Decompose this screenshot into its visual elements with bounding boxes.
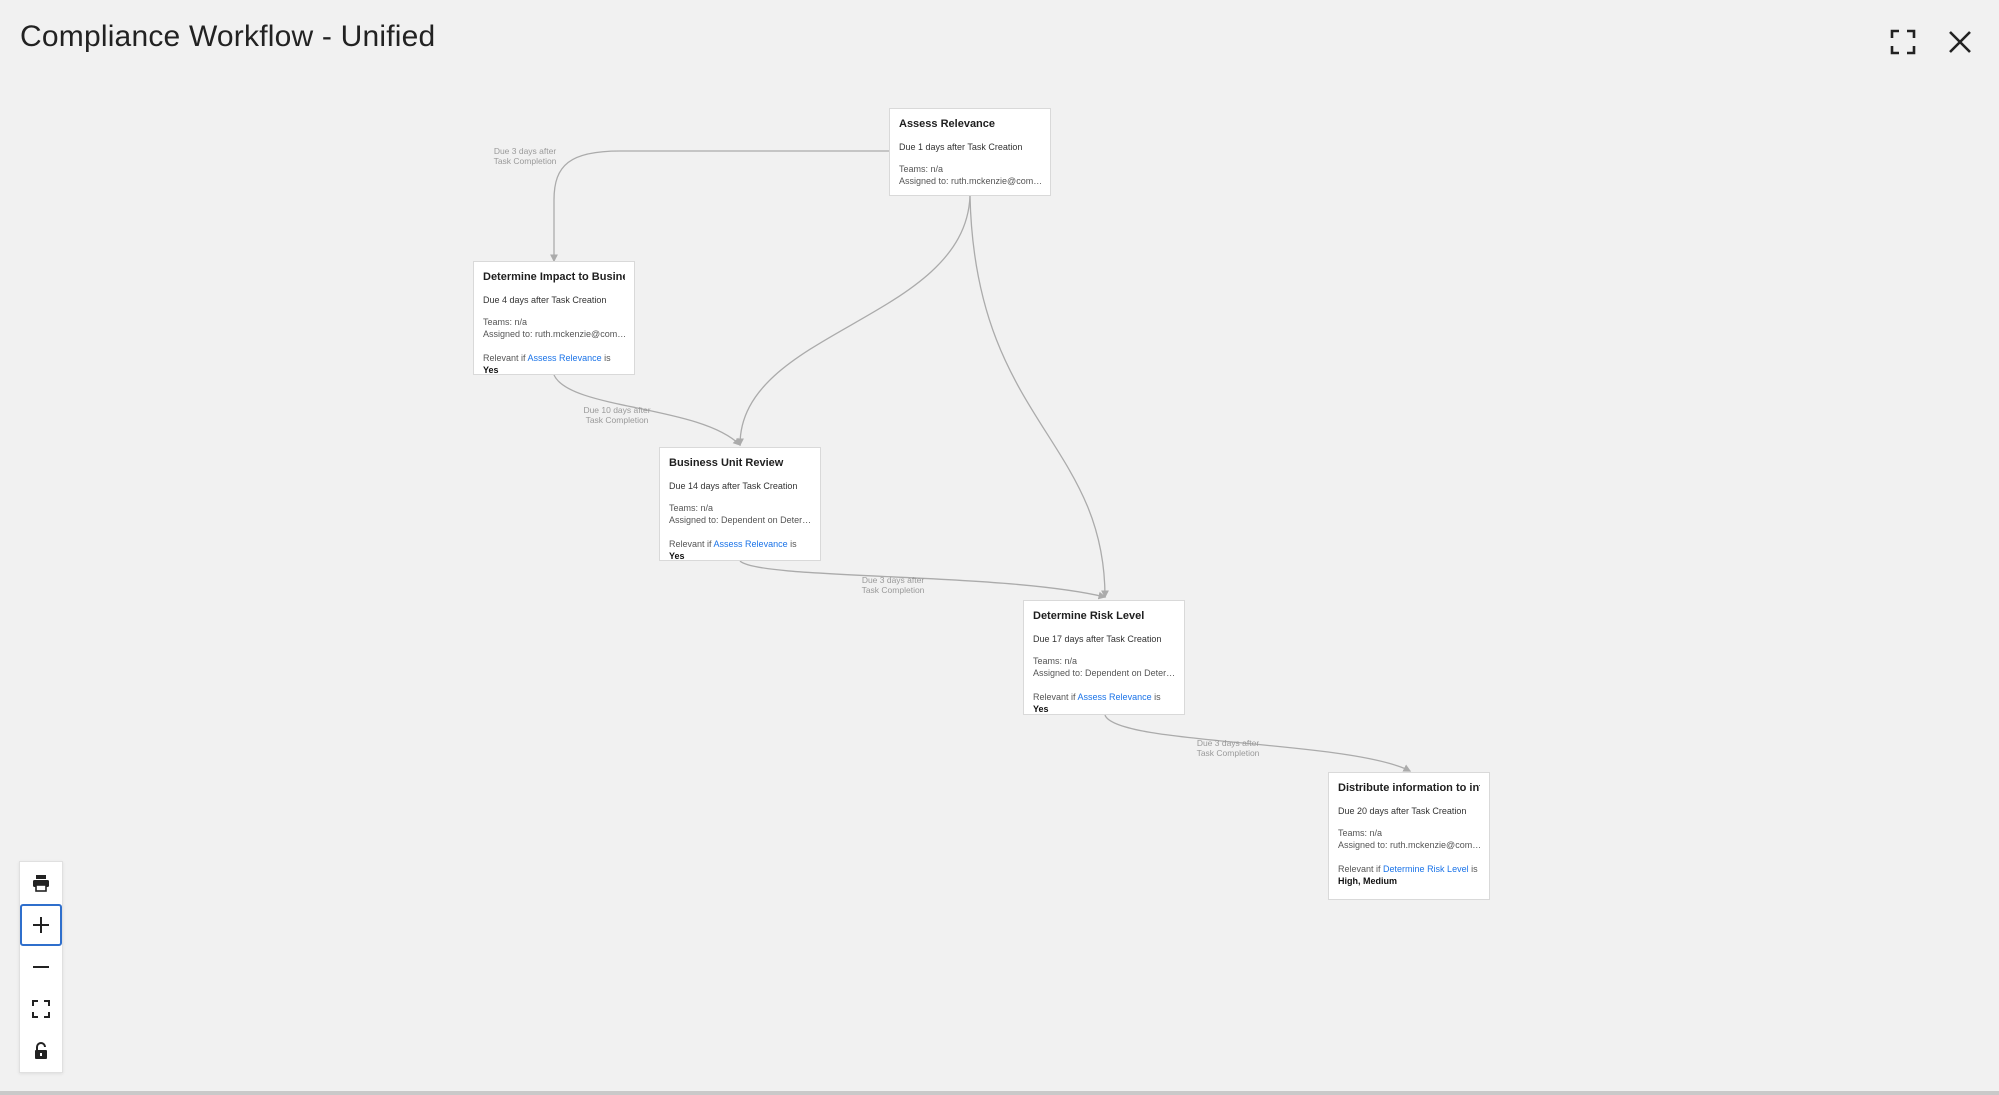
node-title: Determine Impact to Busine…: [483, 271, 625, 283]
node-title: Determine Risk Level: [1033, 610, 1145, 622]
edge-label: Due 3 days after Task Completion: [493, 146, 557, 166]
relevance-link[interactable]: Determine Risk Level: [1383, 864, 1469, 874]
unlock-icon: [35, 1042, 47, 1059]
bottom-divider: [0, 1091, 1999, 1095]
plus-icon: [33, 917, 49, 933]
relevance-link[interactable]: Assess Relevance: [714, 539, 788, 549]
relevance-link[interactable]: Assess Relevance: [528, 353, 602, 363]
node-relevance: Relevant if Determine Risk Level is High…: [1338, 864, 1478, 886]
node-due: Due 17 days after Task Creation: [1033, 634, 1162, 644]
node-assigned: Assigned to: ruth.mckenzie@com…: [899, 176, 1041, 186]
node-due: Due 4 days after Task Creation: [483, 295, 607, 305]
node-relevance: Relevant if Assess Relevance is Yes: [483, 353, 611, 375]
zoom-toolbar: [19, 861, 63, 1073]
node-relevance: Relevant if Assess Relevance is Yes: [1033, 692, 1161, 714]
node-assigned: Assigned to: Dependent on Deter…: [1033, 668, 1175, 678]
node-assigned: Assigned to: ruth.mckenzie@com…: [483, 329, 625, 339]
workflow-node-determine-risk-level[interactable]: Determine Risk Level Due 17 days after T…: [1023, 600, 1185, 715]
edge-label: Due 10 days after Task Completion: [583, 405, 651, 425]
workflow-node-assess-relevance[interactable]: Assess Relevance Due 1 days after Task C…: [889, 108, 1051, 196]
workflow-node-business-unit-review[interactable]: Business Unit Review Due 14 days after T…: [659, 447, 821, 561]
node-due: Due 14 days after Task Creation: [669, 481, 798, 491]
node-teams: Teams: n/a: [1338, 828, 1383, 838]
print-icon: [33, 875, 49, 892]
node-assigned: Assigned to: Dependent on Deter…: [669, 515, 811, 525]
node-relevance: Relevant if Assess Relevance is Yes: [669, 539, 797, 561]
edge-label: Due 3 days after Task Completion: [1196, 738, 1260, 758]
edge-assess-to-risk: [969, 195, 1109, 599]
zoom-out-button[interactable]: [20, 946, 62, 988]
node-title: Distribute information to int…: [1338, 782, 1480, 794]
print-button[interactable]: [20, 862, 62, 904]
node-due: Due 20 days after Task Creation: [1338, 806, 1467, 816]
edge-assess-to-impact: [550, 150, 889, 263]
node-teams: Teams: n/a: [899, 164, 944, 174]
lock-button[interactable]: [20, 1030, 62, 1072]
fit-to-screen-button[interactable]: [20, 988, 62, 1030]
workflow-node-determine-impact[interactable]: Determine Impact to Busine… Due 4 days a…: [473, 261, 635, 375]
node-teams: Teams: n/a: [669, 503, 714, 513]
zoom-in-button[interactable]: [20, 904, 62, 946]
minus-icon: [33, 966, 49, 968]
node-title: Business Unit Review: [669, 457, 784, 469]
edge-label: Due 3 days after Task Completion: [861, 575, 925, 595]
edge-assess-to-business-review: [736, 195, 971, 447]
workflow-node-distribute-information[interactable]: Distribute information to int… Due 20 da…: [1328, 772, 1490, 900]
node-title: Assess Relevance: [899, 118, 996, 130]
relevance-link[interactable]: Assess Relevance: [1078, 692, 1152, 702]
node-due: Due 1 days after Task Creation: [899, 142, 1023, 152]
node-assigned: Assigned to: ruth.mckenzie@com…: [1338, 840, 1480, 850]
node-teams: Teams: n/a: [483, 317, 528, 327]
fit-screen-icon: [32, 1000, 50, 1018]
node-teams: Teams: n/a: [1033, 656, 1078, 666]
